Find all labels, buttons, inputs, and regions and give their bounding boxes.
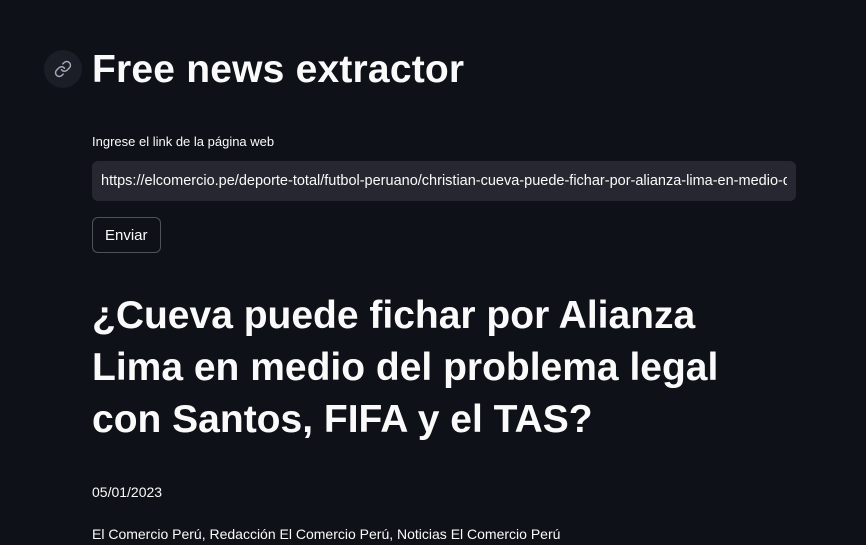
link-icon[interactable] xyxy=(44,50,82,88)
article-authors: El Comercio Perú, Redacción El Comercio … xyxy=(92,526,561,542)
app-page: Free news extractor Ingrese el link de l… xyxy=(0,0,866,545)
url-input-label: Ingrese el link de la página web xyxy=(92,134,275,149)
submit-button[interactable]: Enviar xyxy=(92,217,161,253)
article-headline: ¿Cueva puede fichar por Alianza Lima en … xyxy=(92,294,719,441)
article-date: 05/01/2023 xyxy=(92,484,163,500)
page-title: Free news extractor xyxy=(92,48,465,91)
url-input[interactable] xyxy=(92,161,796,201)
